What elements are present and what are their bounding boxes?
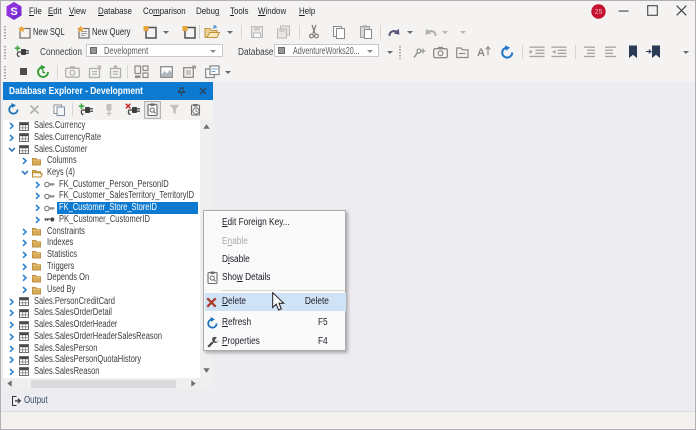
svg-text:25: 25 (595, 9, 603, 16)
svg-text:S: S (10, 6, 17, 18)
svg-text:A: A (477, 47, 485, 59)
